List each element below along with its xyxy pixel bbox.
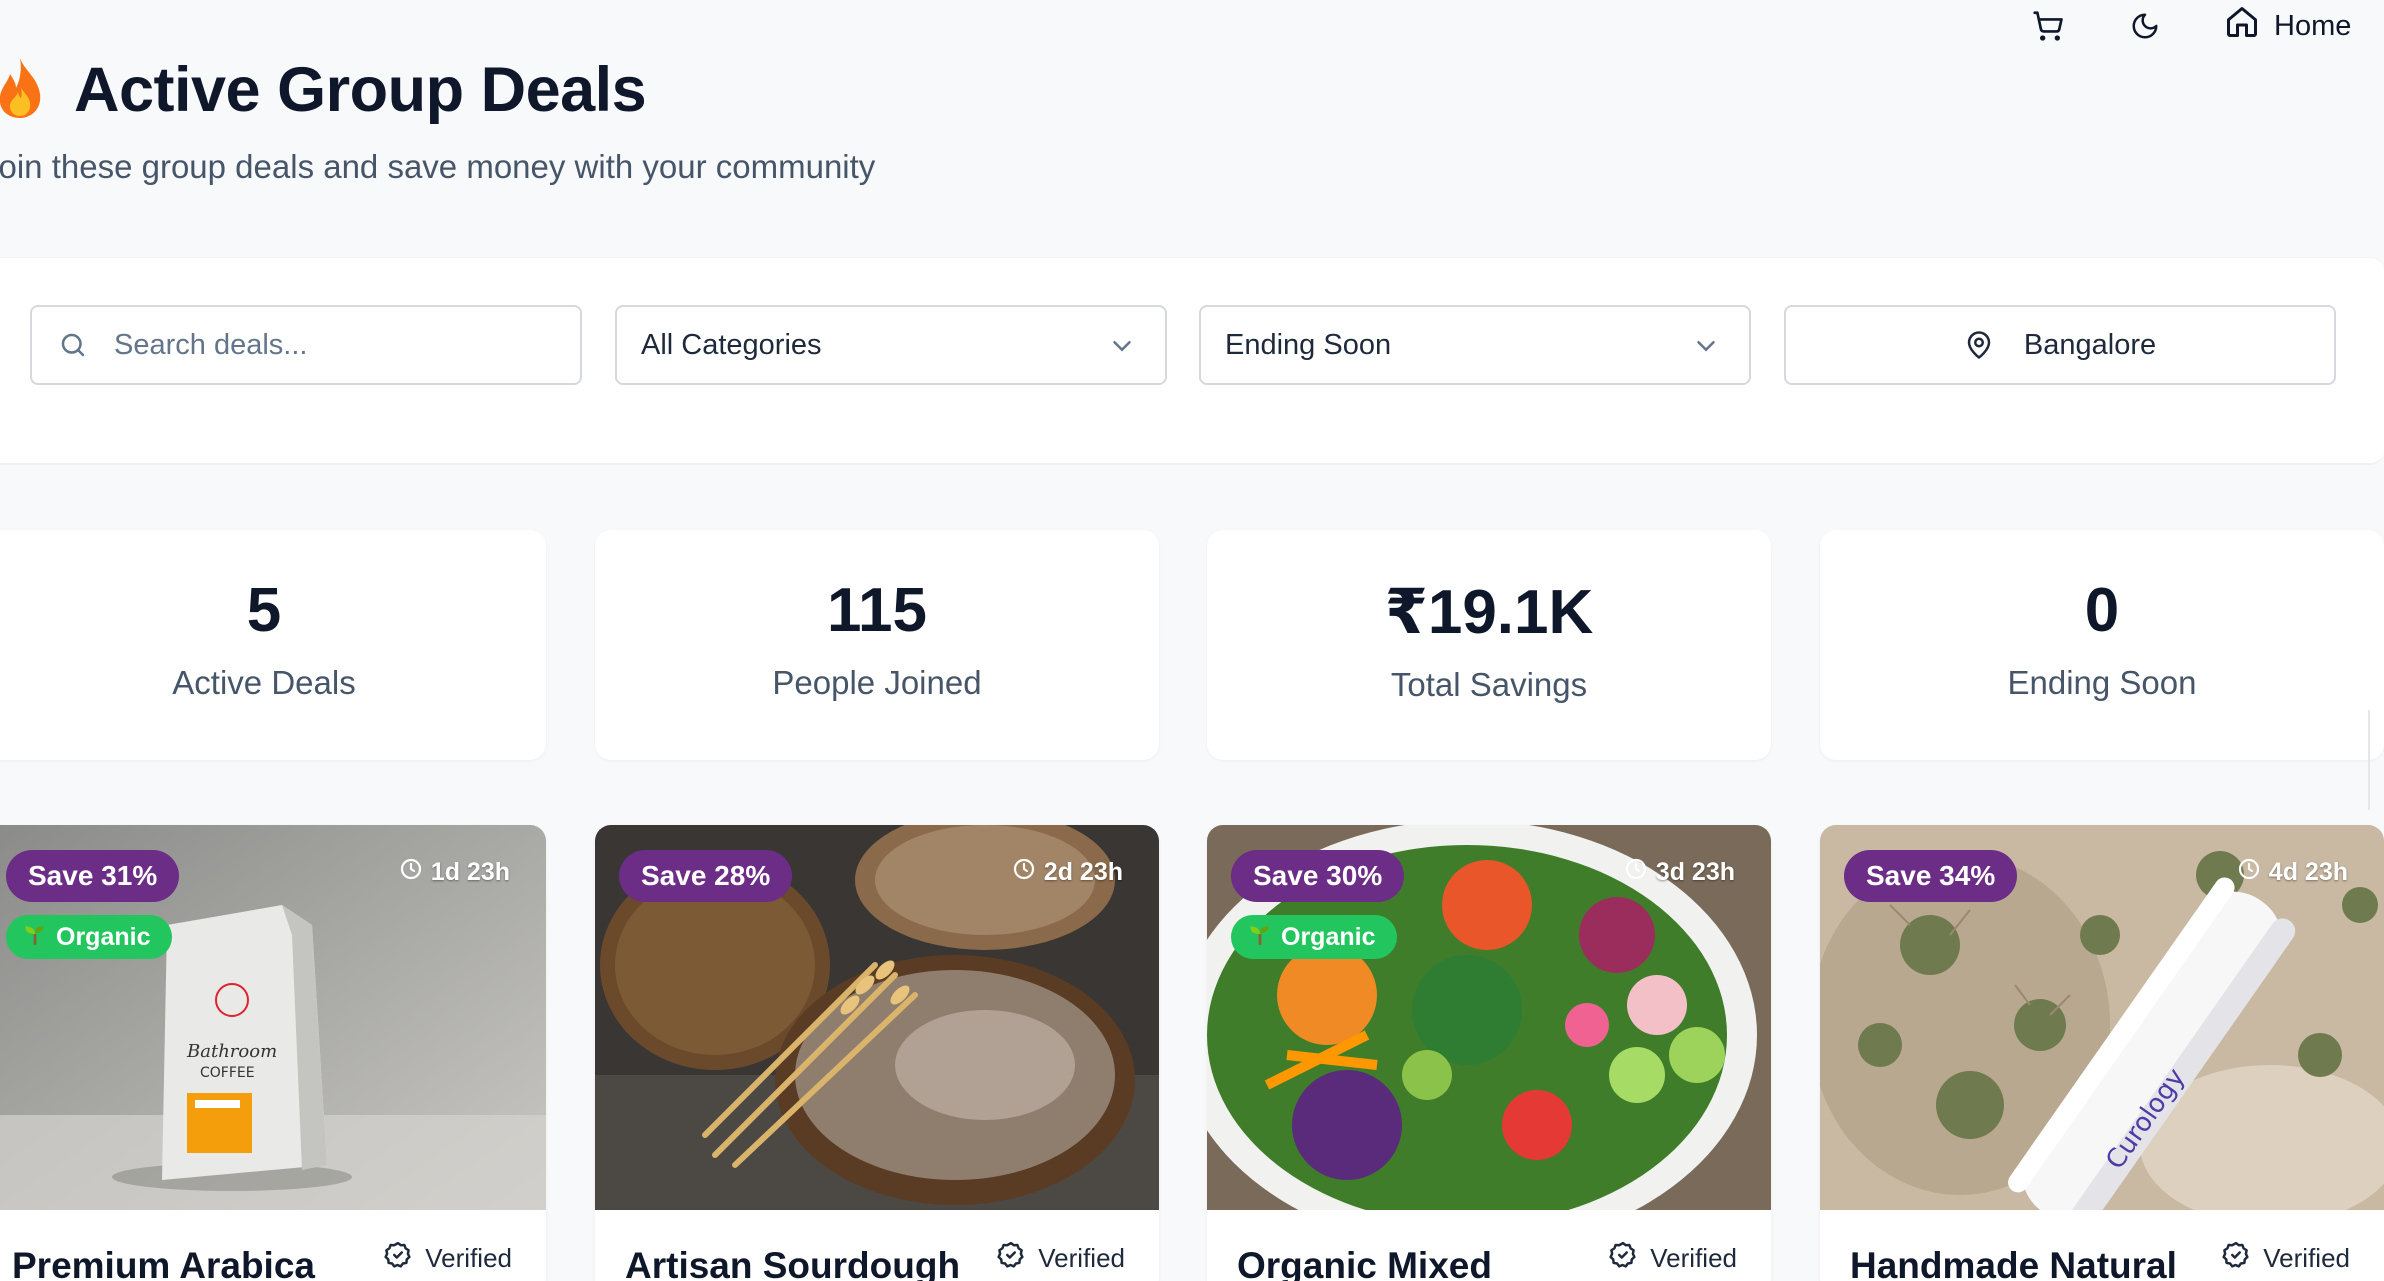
stat-card-people-joined: 115 People Joined bbox=[595, 530, 1159, 760]
sort-select[interactable]: Ending Soon bbox=[1199, 305, 1751, 385]
timer-value: 1d 23h bbox=[430, 858, 510, 886]
seedling-icon bbox=[22, 921, 48, 954]
page-subtitle: Join these group deals and save money wi… bbox=[0, 148, 876, 185]
deal-title: Premium Arabica bbox=[12, 1245, 315, 1281]
category-value: All Categories bbox=[641, 328, 822, 361]
category-select[interactable]: All Categories bbox=[615, 305, 1167, 385]
map-pin-icon bbox=[1964, 330, 1994, 360]
save-badge: Save 28% bbox=[619, 850, 793, 902]
verified-label: Verified bbox=[1038, 1243, 1125, 1273]
verified-badge: Verified bbox=[996, 1240, 1125, 1277]
deal-title: Organic Mixed bbox=[1237, 1245, 1492, 1281]
verified-badge: Verified bbox=[1608, 1240, 1737, 1277]
timer: 4d 23h bbox=[2237, 857, 2348, 888]
home-link[interactable]: Home bbox=[2224, 5, 2351, 47]
verified-badge: Verified bbox=[383, 1240, 512, 1277]
fire-icon bbox=[0, 56, 46, 125]
stat-value: 115 bbox=[826, 576, 928, 645]
svg-text:COFFEE: COFFEE bbox=[200, 1065, 255, 1081]
badge-check-icon bbox=[996, 1240, 1026, 1277]
page-header: Active Group Deals bbox=[0, 54, 647, 126]
verified-label: Verified bbox=[1650, 1243, 1737, 1273]
page-title: Active Group Deals bbox=[74, 55, 647, 125]
stat-label: Ending Soon bbox=[2007, 664, 2197, 701]
stat-card-total-savings: ₹19.1K Total Savings bbox=[1207, 530, 1771, 760]
search-field[interactable] bbox=[30, 305, 582, 385]
stat-card-ending-soon: 0 Ending Soon bbox=[1820, 530, 2384, 760]
timer-value: 2d 23h bbox=[1043, 858, 1123, 886]
save-badge: Save 31% bbox=[6, 850, 180, 902]
save-badge: Save 30% bbox=[1231, 850, 1405, 902]
seedling-icon bbox=[1247, 921, 1273, 954]
stat-card-active-deals: 5 Active Deals bbox=[0, 530, 546, 760]
chevron-down-icon bbox=[1691, 331, 1721, 369]
timer: 1d 23h bbox=[399, 857, 510, 888]
timer-value: 3d 23h bbox=[1655, 858, 1735, 886]
deal-title: Handmade Natural bbox=[1850, 1245, 2177, 1281]
svg-text:Bathroom: Bathroom bbox=[186, 1041, 277, 1062]
deal-card[interactable]: Save 30% Organic 3d 23h Organic Mixed Ve… bbox=[1207, 825, 1771, 1281]
search-icon bbox=[58, 330, 88, 360]
chevron-down-icon bbox=[1107, 331, 1137, 369]
stat-value: ₹19.1K bbox=[1384, 578, 1594, 647]
stat-label: Active Deals bbox=[172, 664, 356, 701]
stat-value: 5 bbox=[246, 576, 282, 645]
timer: 2d 23h bbox=[1012, 857, 1123, 888]
search-input[interactable] bbox=[114, 328, 534, 362]
stat-label: Total Savings bbox=[1390, 666, 1588, 703]
clock-icon bbox=[1012, 857, 1036, 888]
clock-icon bbox=[2237, 857, 2261, 888]
deal-card[interactable]: Curology Save 34% 4d 23h Handmade Natura… bbox=[1820, 825, 2384, 1281]
clock-icon bbox=[1624, 857, 1648, 888]
verified-label: Verified bbox=[2263, 1243, 2350, 1273]
location-button[interactable]: Bangalore bbox=[1784, 305, 2336, 385]
badge-check-icon bbox=[383, 1240, 413, 1277]
organic-badge: Organic bbox=[6, 915, 173, 959]
moon-icon[interactable] bbox=[2127, 8, 2163, 44]
stat-label: People Joined bbox=[772, 664, 982, 701]
cart-icon[interactable] bbox=[2030, 8, 2066, 44]
clock-icon bbox=[399, 857, 423, 888]
verified-badge: Verified bbox=[2221, 1240, 2350, 1277]
organic-label: Organic bbox=[56, 922, 151, 951]
organic-label: Organic bbox=[1281, 922, 1376, 951]
home-label: Home bbox=[2274, 9, 2352, 42]
badge-check-icon bbox=[1608, 1240, 1638, 1277]
badge-check-icon bbox=[2221, 1240, 2251, 1277]
scroll-edge bbox=[2368, 710, 2384, 810]
home-icon bbox=[2224, 4, 2260, 48]
timer: 3d 23h bbox=[1624, 857, 1735, 888]
deal-card[interactable]: Bathroom COFFEE Save 31% Organic 1d 23h … bbox=[0, 825, 546, 1281]
save-badge: Save 34% bbox=[1844, 850, 2018, 902]
deal-card[interactable]: Save 28% 2d 23h Artisan Sourdough Verifi… bbox=[595, 825, 1159, 1281]
timer-value: 4d 23h bbox=[2268, 858, 2348, 886]
location-value: Bangalore bbox=[2023, 328, 2157, 361]
sort-value: Ending Soon bbox=[1225, 328, 1392, 361]
stat-value: 0 bbox=[2084, 576, 2120, 645]
deal-title: Artisan Sourdough bbox=[625, 1245, 961, 1281]
verified-label: Verified bbox=[425, 1243, 512, 1273]
organic-badge: Organic bbox=[1231, 915, 1398, 959]
